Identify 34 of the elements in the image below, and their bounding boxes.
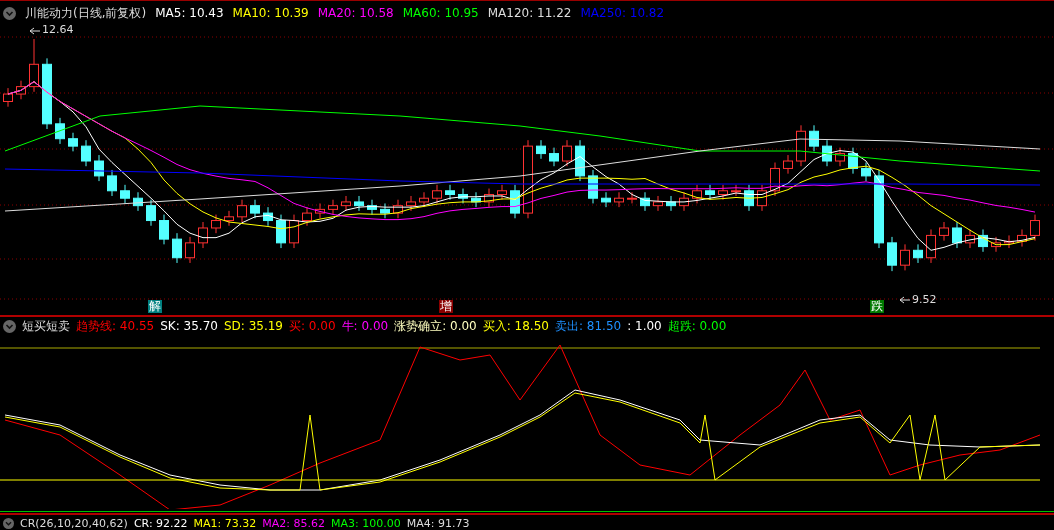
indicator-value: MA1: 73.32	[193, 516, 257, 530]
pointer-arrow-icon	[899, 296, 911, 304]
chart-title: 川能动力(日线,前复权)	[25, 4, 147, 22]
signal-marker: 跌	[870, 300, 884, 313]
indicator-value: SK: 35.70	[160, 319, 218, 333]
signal-marker: 解	[148, 300, 162, 313]
indicator-value: 买: 0.00	[289, 317, 336, 335]
chevron-down-icon[interactable]	[3, 319, 16, 333]
indicator-value: MA20: 10.58	[317, 6, 394, 20]
indicator-value: 牛: 0.00	[341, 317, 389, 335]
chart-title: CR(26,10,20,40,62)	[20, 516, 128, 530]
indicator-value: MA3: 100.00	[331, 516, 401, 530]
indicator-value: 买入: 18.50	[482, 317, 549, 335]
indicator-value: MA2: 85.62	[262, 516, 325, 530]
indicator-value: 涨势确立: 0.00	[394, 317, 477, 335]
low-price-label: 9.52	[912, 293, 937, 306]
indicator-value: MA60: 10.95	[402, 6, 479, 20]
indicator-value: SD: 35.19	[223, 319, 283, 333]
indicator-value: 超跌: 0.00	[667, 317, 727, 335]
indicator-value: 卖出: 81.50	[554, 317, 622, 335]
pointer-arrow-icon	[29, 27, 41, 35]
high-price-label: 12.64	[42, 23, 74, 36]
indicator-value: MA250: 10.82	[580, 6, 665, 20]
indicator-value: MA4: 91.73	[406, 516, 470, 530]
indicator-value: MA120: 11.22	[487, 6, 572, 20]
signal-marker: 增	[439, 300, 453, 313]
chevron-down-icon[interactable]	[3, 517, 14, 529]
indicator-value: MA10: 10.39	[232, 6, 309, 20]
indicator-value: : 1.00	[627, 319, 662, 333]
indicator-value: MA5: 10.43	[155, 6, 224, 20]
indicator-value: 趋势线: 40.55	[76, 317, 155, 335]
indicator-value: CR: 92.22	[133, 516, 188, 530]
chart-title: 短买短卖	[22, 317, 70, 335]
chevron-down-icon[interactable]	[3, 6, 16, 20]
